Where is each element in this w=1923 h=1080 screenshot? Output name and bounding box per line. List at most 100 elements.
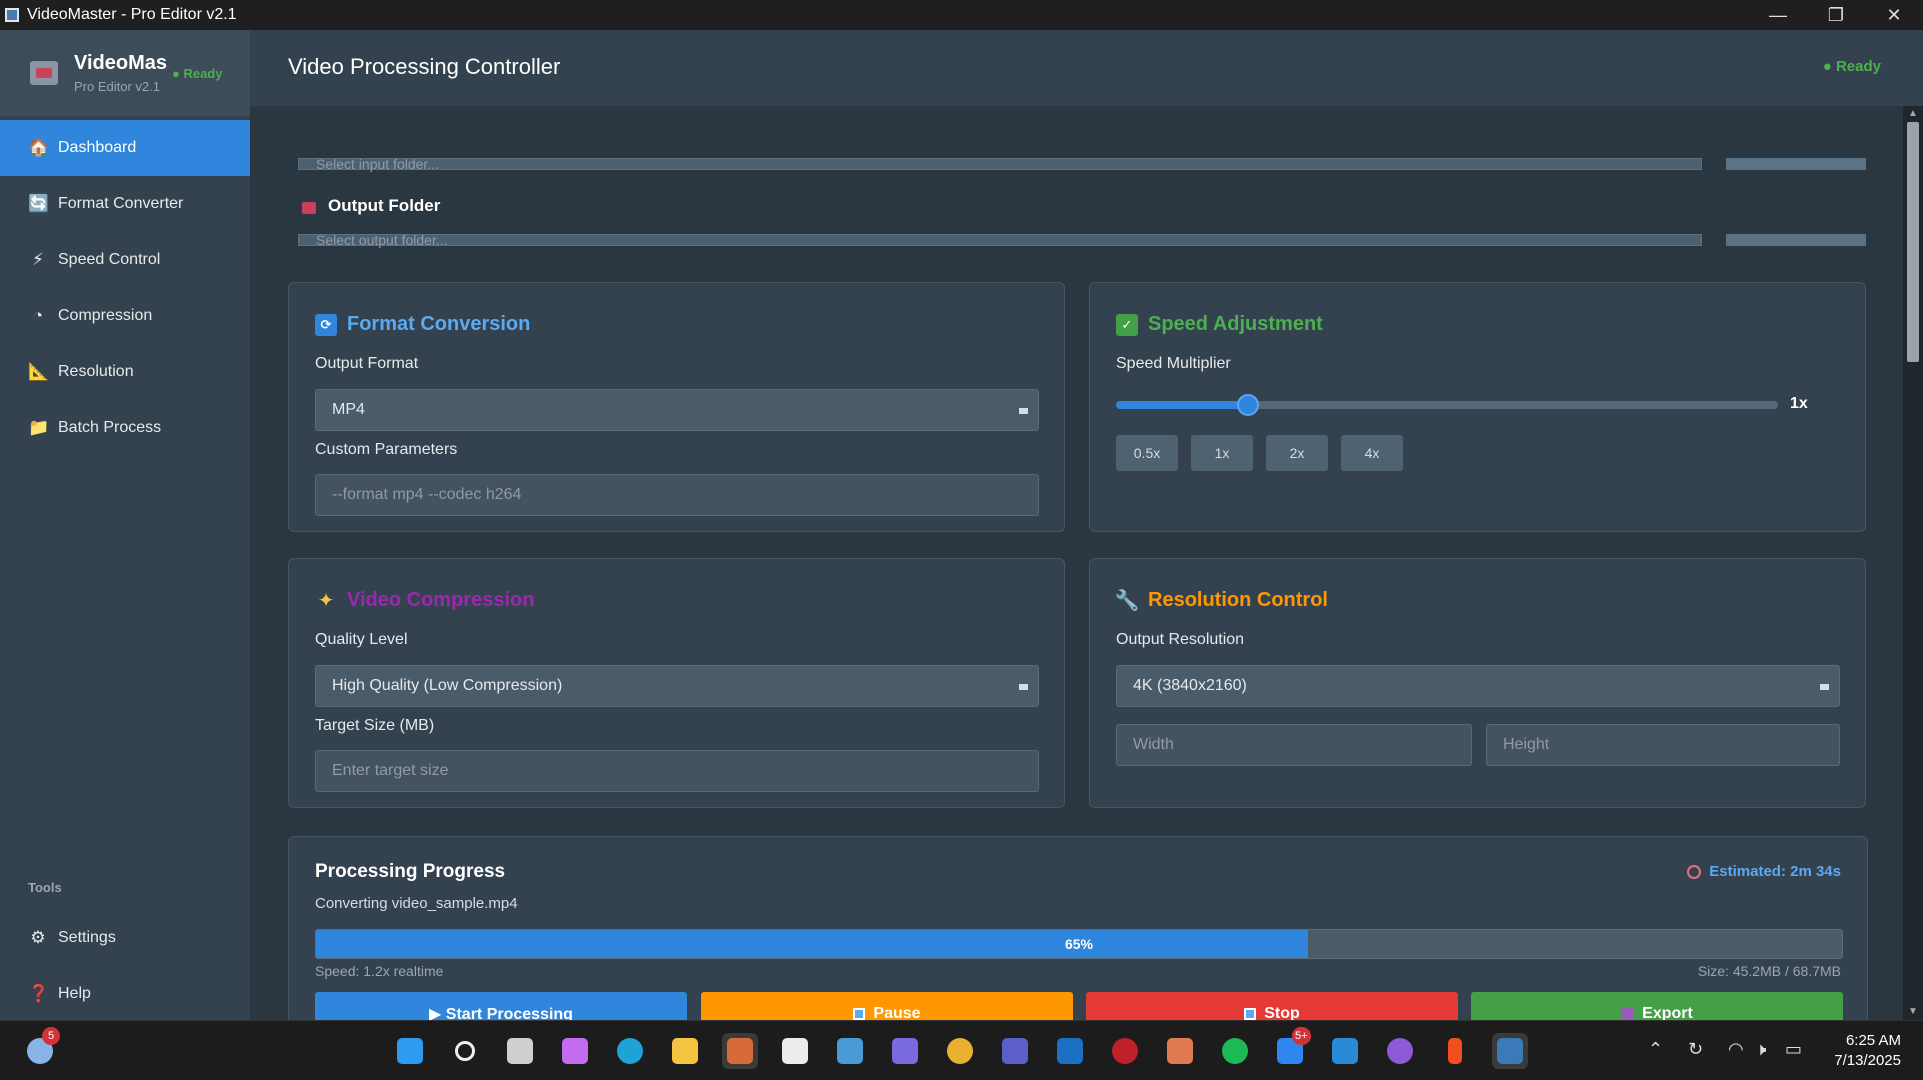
wifi-icon[interactable]: ◠ xyxy=(1728,1039,1744,1060)
figma-icon xyxy=(1448,1038,1462,1064)
taskbar-edge[interactable] xyxy=(612,1033,648,1069)
speed-preset-2x-button[interactable]: 2x xyxy=(1266,435,1328,471)
gear-icon: ⚙ xyxy=(30,928,46,947)
m365-icon xyxy=(892,1038,918,1064)
sidebar-item-dashboard[interactable]: 🏠 Dashboard xyxy=(0,120,250,176)
taskbar-claude[interactable] xyxy=(1162,1033,1198,1069)
speed-slider-fill xyxy=(1116,401,1249,409)
scrollbar-thumb[interactable] xyxy=(1907,122,1919,362)
output-format-label: Output Format xyxy=(315,355,419,372)
sidebar-item-speed-control[interactable]: ⚡ Speed Control xyxy=(0,232,250,288)
ruler-icon: 📐 xyxy=(28,362,50,381)
taskbar-teams[interactable] xyxy=(997,1033,1033,1069)
taskbar-vscode[interactable] xyxy=(1327,1033,1363,1069)
stop-button[interactable]: Stop xyxy=(1086,992,1458,1020)
speed-slider[interactable] xyxy=(1116,394,1778,416)
custom-params-input[interactable]: --format mp4 --codec h264 xyxy=(315,474,1039,516)
copilot-icon xyxy=(562,1038,588,1064)
weather-badge: 5 xyxy=(42,1027,60,1045)
clock[interactable]: 6:25 AM 7/13/2025 xyxy=(1834,1031,1901,1071)
speed-preset-1x-button[interactable]: 1x xyxy=(1191,435,1253,471)
video-logo-icon xyxy=(30,61,58,85)
taskbar-videomaster[interactable] xyxy=(722,1033,758,1069)
taskbar-zalo[interactable]: 5+ xyxy=(1272,1027,1311,1069)
start-processing-button[interactable]: ▶ Start Processing xyxy=(315,992,687,1020)
button-label: Stop xyxy=(1264,1005,1300,1020)
speed-preset-0.5x-button[interactable]: 0.5x xyxy=(1116,435,1178,471)
close-button[interactable]: ✕ xyxy=(1865,0,1923,30)
outlook-icon xyxy=(1057,1038,1083,1064)
sidebar-item-batch-process[interactable]: 📁 Batch Process xyxy=(0,400,250,456)
minimize-button[interactable]: — xyxy=(1749,0,1807,30)
sidebar-item-compression[interactable]: ◔ Compression xyxy=(0,288,250,344)
page-title: Video Processing Controller xyxy=(288,54,561,79)
taskbar-file-explorer[interactable] xyxy=(667,1033,703,1069)
estimate-text: Estimated: 2m 34s xyxy=(1709,863,1841,880)
restore-button[interactable]: ❐ xyxy=(1807,0,1865,30)
sidebar-item-help[interactable]: ❓ Help xyxy=(0,969,250,1019)
scroll-down-icon[interactable]: ▼ xyxy=(1907,1006,1919,1018)
progress-percent: 65% xyxy=(1064,936,1094,952)
zalo-badge: 5+ xyxy=(1292,1027,1311,1045)
taskbar-store[interactable] xyxy=(777,1033,813,1069)
spotify-icon xyxy=(1222,1038,1248,1064)
content-scroll-area[interactable]: Select input folder... Output Folder Sel… xyxy=(250,106,1903,1020)
store-icon xyxy=(782,1038,808,1064)
sidebar-item-label: Settings xyxy=(58,929,116,946)
speed-preset-4x-button[interactable]: 4x xyxy=(1341,435,1403,471)
output-folder-field[interactable] xyxy=(298,234,1702,246)
speed-adjustment-card: ✓ Speed Adjustment Speed Multiplier 1x 0… xyxy=(1089,282,1866,532)
video-compression-title: ✦ Video Compression xyxy=(315,589,535,612)
button-label: Export xyxy=(1642,1005,1693,1020)
app-icon xyxy=(5,8,19,22)
taskbar-mail[interactable] xyxy=(832,1033,868,1069)
taskbar-figma[interactable] xyxy=(1437,1033,1473,1069)
window-title: VideoMaster - Pro Editor v2.1 xyxy=(27,6,237,23)
taskbar-app-red[interactable] xyxy=(1107,1033,1143,1069)
scroll-up-icon[interactable]: ▲ xyxy=(1907,108,1919,120)
export-button[interactable]: Export xyxy=(1471,992,1843,1020)
sidebar-item-settings[interactable]: ⚙ Settings xyxy=(0,913,250,963)
card-title-text: Speed Adjustment xyxy=(1148,313,1323,335)
output-browse-button[interactable] xyxy=(1726,234,1866,246)
sync-icon[interactable]: ↻ xyxy=(1688,1039,1703,1060)
sidebar-item-label: Format Converter xyxy=(58,195,184,212)
taskbar-outlook[interactable] xyxy=(1052,1033,1088,1069)
volume-mute-icon[interactable]: 🕨 xyxy=(1755,1039,1766,1060)
width-input[interactable]: Width xyxy=(1116,724,1472,766)
chevron-down-icon xyxy=(1019,408,1028,414)
chevron-up-icon[interactable]: ⌃ xyxy=(1648,1039,1663,1060)
taskbar-start[interactable] xyxy=(392,1033,428,1069)
output-format-select[interactable]: MP4 xyxy=(315,389,1039,431)
height-input[interactable]: Height xyxy=(1486,724,1840,766)
taskbar-copilot[interactable] xyxy=(557,1033,593,1069)
taskbar-github[interactable] xyxy=(1382,1033,1418,1069)
input-browse-button[interactable] xyxy=(1726,158,1866,170)
taskbar-search[interactable] xyxy=(447,1033,483,1069)
output-resolution-label: Output Resolution xyxy=(1116,631,1245,648)
sidebar-item-label: Resolution xyxy=(58,363,134,380)
sidebar-item-resolution[interactable]: 📐 Resolution xyxy=(0,344,250,400)
input-folder-field[interactable] xyxy=(298,158,1702,170)
format-conversion-title: ⟳ Format Conversion xyxy=(315,313,530,336)
taskbar-python[interactable] xyxy=(1492,1033,1528,1069)
battery-icon[interactable]: ▭ xyxy=(1785,1039,1802,1060)
pause-button[interactable]: Pause xyxy=(701,992,1073,1020)
output-folder-icon xyxy=(302,202,316,214)
sidebar-item-format-converter[interactable]: 🔄 Format Converter xyxy=(0,176,250,232)
taskbar-spotify[interactable] xyxy=(1217,1033,1253,1069)
quality-level-select[interactable]: High Quality (Low Compression) xyxy=(315,665,1039,707)
select-value: High Quality (Low Compression) xyxy=(332,677,563,694)
speed-slider-thumb[interactable] xyxy=(1237,394,1260,416)
weather-widget[interactable]: 5 xyxy=(22,1027,60,1069)
taskbar-m365[interactable] xyxy=(887,1033,923,1069)
sidebar-item-label: Dashboard xyxy=(58,139,137,156)
taskbar-task-view[interactable] xyxy=(502,1033,538,1069)
target-size-input[interactable]: Enter target size xyxy=(315,750,1039,792)
taskbar-chrome[interactable] xyxy=(942,1033,978,1069)
output-resolution-select[interactable]: 4K (3840x2160) xyxy=(1116,665,1840,707)
sidebar-item-label: Help xyxy=(58,985,91,1002)
format-conversion-card: ⟳ Format Conversion Output Format MP4 Cu… xyxy=(288,282,1065,532)
speed-multiplier-label: Speed Multiplier xyxy=(1116,355,1231,372)
vertical-scrollbar[interactable]: ▲ ▼ xyxy=(1903,106,1923,1020)
